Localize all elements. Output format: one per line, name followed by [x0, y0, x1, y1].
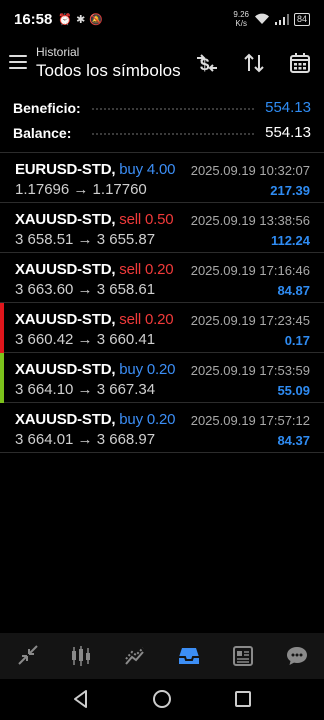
- trade-prices: 3 660.42 → 3 660.41: [15, 331, 156, 348]
- history-icon: [179, 648, 199, 664]
- trade-prices: 3 658.51 → 3 655.87: [15, 231, 156, 248]
- trade-profit: 0.17: [284, 333, 310, 348]
- trade-symbol: XAUUSD-STD,: [15, 211, 116, 228]
- trade-profit: 112.24: [270, 233, 310, 248]
- header-titles: Historial Todos los símbolos: [36, 45, 181, 81]
- trade-icon: [125, 647, 144, 665]
- header-subtitle: Historial: [36, 45, 80, 59]
- trade-side: buy: [119, 361, 143, 378]
- trade-volume: 0.20: [144, 311, 174, 328]
- alarm-icon: ⏰: [58, 13, 73, 26]
- trade-volume: 0.20: [146, 361, 176, 378]
- trade-prices: 3 664.10 → 3 667.34: [15, 381, 156, 398]
- trade-volume: 0.50: [144, 211, 174, 228]
- trade-profit: 217.39: [270, 183, 310, 198]
- profit-value: 554.13: [265, 99, 311, 116]
- quotes-icon: [18, 645, 38, 665]
- trade-row[interactable]: XAUUSD-STD, buy 0.20 3 664.10 → 3 667.34…: [0, 353, 324, 403]
- signal-icon: [274, 13, 289, 25]
- chat-icon: [287, 647, 307, 665]
- trade-time: 2025.09.19 17:53:59: [190, 363, 310, 378]
- currency-exchange-icon[interactable]: $: [195, 51, 219, 75]
- sort-icon[interactable]: [242, 51, 266, 75]
- trade-symbol: XAUUSD-STD,: [15, 311, 116, 328]
- menu-icon[interactable]: [9, 55, 27, 69]
- trade-marker: [0, 153, 4, 203]
- trade-side: buy: [119, 161, 143, 178]
- battery-icon: 84: [293, 12, 310, 26]
- app-header: Historial Todos los símbolos $: [0, 40, 324, 88]
- trade-symbol: XAUUSD-STD,: [15, 361, 116, 378]
- trade-side: buy: [119, 411, 143, 428]
- trade-row[interactable]: XAUUSD-STD, buy 0.20 3 664.01 → 3 668.97…: [0, 403, 324, 453]
- trade-time: 2025.09.19 10:32:07: [190, 163, 310, 178]
- nav-chat[interactable]: [277, 636, 317, 676]
- nav-quotes[interactable]: [7, 636, 47, 676]
- trade-profit: 55.09: [277, 383, 310, 398]
- back-icon[interactable]: [70, 688, 92, 710]
- dotted-leader: [92, 108, 254, 110]
- nav-history[interactable]: [169, 636, 209, 676]
- calendar-icon[interactable]: [288, 51, 312, 75]
- trade-time: 2025.09.19 17:23:45: [190, 313, 310, 328]
- status-time: 16:58: [14, 10, 53, 28]
- trade-profit: 84.37: [277, 433, 310, 448]
- trade-marker: [0, 203, 4, 253]
- balance-label: Balance:: [13, 124, 72, 141]
- trade-side: sell: [119, 261, 141, 278]
- trade-time: 2025.09.19 13:38:56: [190, 213, 310, 228]
- status-icons: ⏰ ✱ 🔕: [58, 13, 103, 26]
- trade-time: 2025.09.19 17:57:12: [190, 413, 310, 428]
- trade-symbol: EURUSD-STD,: [15, 161, 116, 178]
- trade-prices: 1.17696 → 1.17760: [15, 181, 147, 198]
- mute-icon: 🔕: [89, 13, 103, 26]
- trade-row[interactable]: XAUUSD-STD, sell 0.20 3 660.42 → 3 660.4…: [0, 303, 324, 353]
- trade-row[interactable]: XAUUSD-STD, sell 0.50 3 658.51 → 3 655.8…: [0, 203, 324, 253]
- recents-icon[interactable]: [232, 688, 254, 710]
- trade-volume: 4.00: [146, 161, 176, 178]
- trade-prices: 3 663.60 → 3 658.61: [15, 281, 156, 298]
- bottom-nav: [0, 633, 324, 679]
- page-title[interactable]: Todos los símbolos: [36, 61, 181, 81]
- trade-marker: [0, 303, 4, 353]
- news-icon: [233, 646, 253, 666]
- trade-marker: [0, 403, 4, 453]
- trade-row[interactable]: EURUSD-STD, buy 4.00 1.17696 → 1.17760 2…: [0, 153, 324, 203]
- network-speed: 9.26 K/s: [233, 10, 249, 28]
- chart-icon: [72, 646, 90, 666]
- trade-prices: 3 664.01 → 3 668.97: [15, 431, 156, 448]
- trade-volume: 0.20: [146, 411, 176, 428]
- balance-row: Balance: 554.13: [0, 120, 324, 145]
- android-nav-bar: [0, 679, 324, 720]
- profit-row: Beneficio: 554.13: [0, 95, 324, 120]
- bluetooth-icon: ✱: [76, 13, 86, 26]
- trade-volume: 0.20: [144, 261, 174, 278]
- nav-trade[interactable]: [115, 636, 155, 676]
- trade-marker: [0, 253, 4, 303]
- balance-value: 554.13: [265, 124, 311, 141]
- home-icon[interactable]: [151, 688, 173, 710]
- trade-time: 2025.09.19 17:16:46: [190, 263, 310, 278]
- dotted-leader: [92, 133, 254, 135]
- trade-side: sell: [119, 211, 141, 228]
- wifi-icon: [254, 13, 269, 24]
- nav-news[interactable]: [223, 636, 263, 676]
- nav-chart[interactable]: [61, 636, 101, 676]
- trade-profit: 84.87: [277, 283, 310, 298]
- trade-row[interactable]: XAUUSD-STD, sell 0.20 3 663.60 → 3 658.6…: [0, 253, 324, 303]
- profit-label: Beneficio:: [13, 99, 81, 116]
- trade-list: EURUSD-STD, buy 4.00 1.17696 → 1.17760 2…: [0, 153, 324, 453]
- trade-marker: [0, 353, 4, 403]
- trade-symbol: XAUUSD-STD,: [15, 261, 116, 278]
- summary-panel: Beneficio: 554.13 Balance: 554.13: [0, 95, 324, 145]
- status-bar: 16:58 ⏰ ✱ 🔕 9.26 K/s 84: [0, 0, 324, 38]
- trade-symbol: XAUUSD-STD,: [15, 411, 116, 428]
- trade-side: sell: [119, 311, 141, 328]
